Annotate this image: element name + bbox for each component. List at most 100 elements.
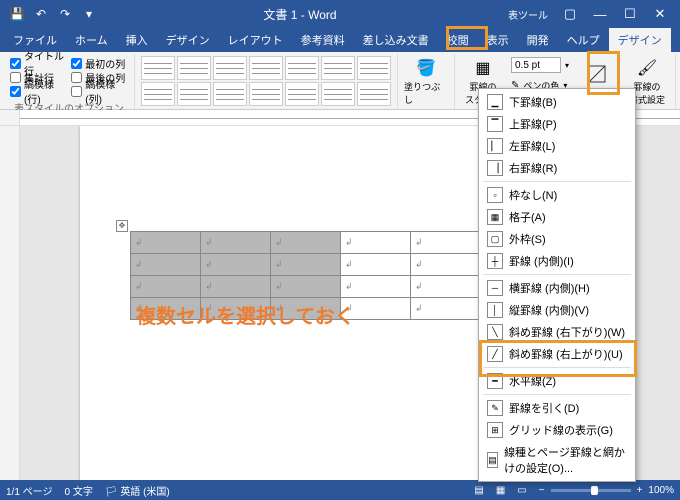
border-outside-icon: ▢	[487, 231, 503, 247]
redo-icon[interactable]: ↷	[54, 3, 76, 25]
chk-first-col[interactable]: 最初の列	[71, 56, 128, 70]
table-style-thumb[interactable]	[213, 82, 247, 106]
pen-width-select[interactable]: ▾	[511, 56, 569, 74]
table-cell[interactable]: ↲	[131, 254, 201, 276]
tab-view[interactable]: 表示	[478, 28, 518, 52]
table-style-thumb[interactable]	[321, 56, 355, 80]
vertical-ruler[interactable]	[0, 126, 20, 480]
tab-mailings[interactable]: 差し込み文書	[354, 28, 438, 52]
table-cell[interactable]: ↲	[271, 276, 341, 298]
table-style-thumb[interactable]	[249, 82, 283, 106]
view-print-icon[interactable]: ▦	[496, 485, 505, 496]
menu-border-diag-down[interactable]: ╲斜め罫線 (右下がり)(W)	[479, 321, 635, 343]
shading-button[interactable]: 🪣 塗りつぶし	[404, 56, 448, 107]
border-all-icon: ▦	[487, 209, 503, 225]
tab-table-design[interactable]: デザイン	[609, 28, 671, 52]
table-style-thumb[interactable]	[357, 82, 391, 106]
tab-review[interactable]: 校閲	[438, 28, 478, 52]
view-web-icon[interactable]: ▭	[517, 485, 526, 496]
zoom-out-icon[interactable]: −	[539, 485, 545, 496]
table-cell[interactable]: ↲	[201, 276, 271, 298]
view-readmode-icon[interactable]: ▤	[474, 485, 483, 496]
table-style-thumb[interactable]	[285, 82, 319, 106]
table-cell[interactable]: ↲	[131, 232, 201, 254]
menu-border-all[interactable]: ▦格子(A)	[479, 206, 635, 228]
zoom-level[interactable]: 100%	[648, 485, 674, 496]
table-cell[interactable]: ↲	[411, 232, 481, 254]
pencil-icon: ✎	[487, 400, 503, 416]
table-style-thumb[interactable]	[141, 56, 175, 80]
table-style-thumb[interactable]	[249, 56, 283, 80]
table-cell[interactable]: ↲	[411, 254, 481, 276]
menu-border-diag-up[interactable]: ╱斜め罫線 (右上がり)(U)	[479, 343, 635, 365]
table-cell[interactable]: ↲	[411, 298, 481, 320]
border-none-icon: ▫	[487, 187, 503, 203]
menu-borders-dialog[interactable]: ▤線種とページ罫線と網かけの設定(O)...	[479, 441, 635, 479]
qat-customize-icon[interactable]: ▾	[78, 3, 100, 25]
menu-border-none[interactable]: ▫枠なし(N)	[479, 184, 635, 206]
table-style-thumb[interactable]	[285, 56, 319, 80]
table-cell[interactable]: ↲	[201, 232, 271, 254]
tab-table-layout[interactable]: レイアウト	[671, 28, 680, 52]
tab-home[interactable]: ホーム	[66, 28, 117, 52]
table-style-thumb[interactable]	[141, 82, 175, 106]
menu-border-right[interactable]: ▕右罫線(R)	[479, 157, 635, 179]
borders-dropdown: ▁下罫線(B) ▔上罫線(P) ▏左罫線(L) ▕右罫線(R) ▫枠なし(N) …	[478, 88, 636, 482]
table-style-thumb[interactable]	[357, 56, 391, 80]
menu-draw-border[interactable]: ✎罫線を引く(D)	[479, 397, 635, 419]
gridlines-icon: ⊞	[487, 422, 503, 438]
menu-gridlines[interactable]: ⊞グリッド線の表示(G)	[479, 419, 635, 441]
ribbon-options-icon[interactable]: ▢	[556, 2, 584, 26]
menu-border-inside-h[interactable]: ─横罫線 (内側)(H)	[479, 277, 635, 299]
table-cell[interactable]: ↲	[271, 254, 341, 276]
tab-layout[interactable]: レイアウト	[219, 28, 292, 52]
status-lang[interactable]: 🏳 英語 (米国)	[105, 483, 170, 498]
table-style-thumb[interactable]	[213, 56, 247, 80]
border-bottom-icon: ▁	[487, 94, 503, 110]
menu-border-top[interactable]: ▔上罫線(P)	[479, 113, 635, 135]
tab-help[interactable]: ヘルプ	[558, 28, 609, 52]
table-cell[interactable]: ↲	[341, 254, 411, 276]
border-inside-h-icon: ─	[487, 280, 503, 296]
menu-hline[interactable]: ━水平線(Z)	[479, 370, 635, 392]
tab-references[interactable]: 参考資料	[292, 28, 354, 52]
zoom-slider[interactable]	[551, 489, 631, 492]
status-words[interactable]: 0 文字	[64, 483, 92, 498]
painter-icon: 🖌	[637, 58, 657, 78]
table-style-thumb[interactable]	[177, 56, 211, 80]
menu-border-left[interactable]: ▏左罫線(L)	[479, 135, 635, 157]
border-left-icon: ▏	[487, 138, 503, 154]
tab-design[interactable]: デザイン	[157, 28, 219, 52]
undo-icon[interactable]: ↶	[30, 3, 52, 25]
chk-banded-rows[interactable]: 縞模様 (行)	[10, 84, 67, 98]
chk-title-row[interactable]: タイトル行	[10, 56, 67, 70]
tab-insert[interactable]: 挿入	[117, 28, 157, 52]
table-style-thumb[interactable]	[321, 82, 355, 106]
status-page[interactable]: 1/1 ページ	[6, 483, 52, 498]
menu-border-outside[interactable]: ▢外枠(S)	[479, 228, 635, 250]
chk-banded-cols[interactable]: 縞模様 (列)	[71, 84, 128, 98]
table-style-thumb[interactable]	[177, 82, 211, 106]
maximize-icon[interactable]: ☐	[616, 2, 644, 26]
table-cell[interactable]: ↲	[341, 276, 411, 298]
table-cell[interactable]: ↲	[131, 276, 201, 298]
close-icon[interactable]: ✕	[646, 2, 674, 26]
tab-developer[interactable]: 開発	[518, 28, 558, 52]
annotation-text: 複数セルを選択しておく	[136, 300, 355, 329]
save-icon[interactable]: 💾	[6, 3, 28, 25]
table-cell[interactable]: ↲	[411, 276, 481, 298]
menu-border-inside-v[interactable]: │縦罫線 (内側)(V)	[479, 299, 635, 321]
dialog-icon: ▤	[487, 452, 498, 468]
table-cell[interactable]: ↲	[271, 232, 341, 254]
ribbon-tabs: ファイル ホーム 挿入 デザイン レイアウト 参考資料 差し込み文書 校閲 表示…	[0, 28, 680, 52]
zoom-in-icon[interactable]: +	[637, 485, 643, 496]
border-inside-icon: ┼	[487, 253, 503, 269]
menu-border-bottom[interactable]: ▁下罫線(B)	[479, 91, 635, 113]
hline-icon: ━	[487, 373, 503, 389]
minimize-icon[interactable]: —	[586, 2, 614, 26]
bucket-icon: 🪣	[416, 58, 436, 78]
table-move-handle-icon[interactable]: ✥	[116, 220, 128, 232]
table-cell[interactable]: ↲	[341, 232, 411, 254]
menu-border-inside[interactable]: ┼罫線 (内側)(I)	[479, 250, 635, 272]
table-cell[interactable]: ↲	[201, 254, 271, 276]
